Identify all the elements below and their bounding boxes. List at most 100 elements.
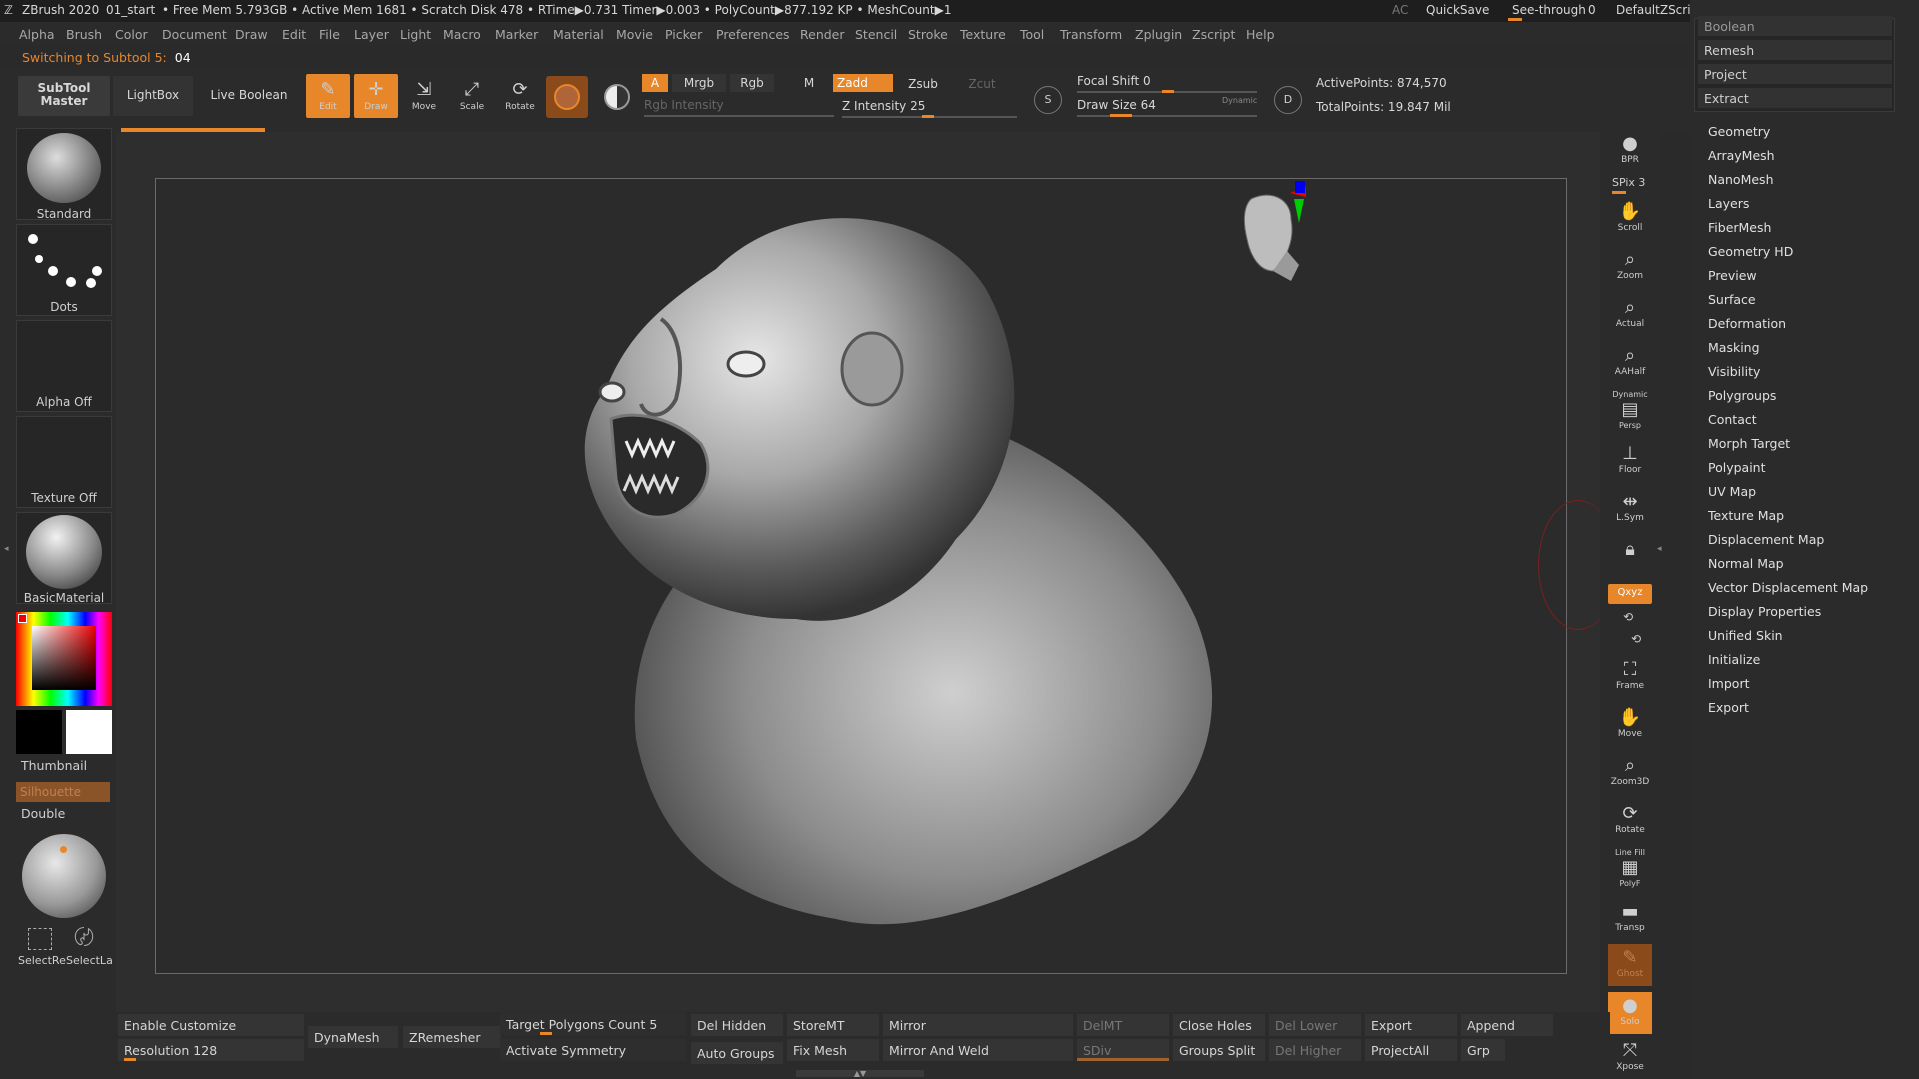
dynamic-toggle[interactable]: Dynamic [1222,96,1257,105]
light-sphere[interactable] [22,834,106,918]
rgb-button[interactable]: Rgb [730,74,774,92]
panel-normal-map[interactable]: Normal Map [1708,556,1784,571]
zoom-button[interactable]: ⌕ Zoom [1608,246,1652,288]
focal-s-icon[interactable]: S [1034,86,1062,114]
lightbox-button[interactable]: LightBox [113,76,193,116]
rotate-mode-button[interactable]: ⟳ Rotate [498,74,542,118]
panel-visibility[interactable]: Visibility [1708,364,1760,379]
fix-mesh-button[interactable]: Fix Mesh [787,1039,879,1061]
panel-export[interactable]: Export [1708,700,1749,715]
draw-mode-button[interactable]: ✛ Draw [354,74,398,118]
append-button[interactable]: Append [1461,1014,1553,1036]
zadd-button[interactable]: Zadd [833,74,893,92]
a-toggle[interactable]: A [642,74,668,92]
dropdown-remesh[interactable]: Remesh [1698,40,1892,60]
panel-texture-map[interactable]: Texture Map [1708,508,1784,523]
zremesher-button[interactable]: ZRemesher [403,1026,501,1048]
menu-transform[interactable]: Transform [1060,27,1122,42]
material-sphere-button[interactable] [546,76,588,118]
menu-layer[interactable]: Layer [354,27,389,42]
zoom3d-button[interactable]: ⌕ Zoom3D [1608,752,1652,794]
transp-button[interactable]: ▬ Transp [1608,898,1652,940]
quicksave-button[interactable]: QuickSave [1426,3,1489,17]
auto-groups-button[interactable]: Auto Groups [691,1042,783,1064]
gradient-sphere-button[interactable] [596,76,638,118]
menu-zscript[interactable]: Zscript [1192,27,1235,42]
move-mode-button[interactable]: ⇲ Move [402,74,446,118]
orientation-head-gizmo[interactable] [1243,194,1299,281]
dynamesh-button[interactable]: DynaMesh [308,1026,398,1048]
stroke-slot[interactable]: Dots [16,224,112,316]
resolution-slider[interactable]: Resolution 128 [118,1039,304,1061]
target-polygons-slider[interactable]: Target Polygons Count 5 [500,1013,686,1035]
xpose-button[interactable]: ⤧ Xpose [1608,1040,1652,1078]
zsub-button[interactable]: Zsub [898,77,948,91]
panel-display-properties[interactable]: Display Properties [1708,604,1821,619]
silhouette-button[interactable]: Silhouette [16,782,110,802]
select-lasso-icon[interactable]: 〄 [74,926,100,950]
bpr-button[interactable]: ● BPR [1608,130,1652,172]
projectall-button[interactable]: ProjectAll [1365,1039,1457,1061]
rotate-y-icon[interactable]: ⟲ [1623,610,1633,624]
dropdown-boolean[interactable]: Boolean [1698,16,1892,36]
move-view-button[interactable]: ✋ Move [1608,704,1652,746]
ghost-button[interactable]: ✎ Ghost [1608,944,1652,986]
panel-surface[interactable]: Surface [1708,292,1756,307]
panel-arraymesh[interactable]: ArrayMesh [1708,148,1775,163]
mirror-and-weld-button[interactable]: Mirror And Weld [883,1039,1073,1061]
panel-geometry-hd[interactable]: Geometry HD [1708,244,1793,259]
panel-morph-target[interactable]: Morph Target [1708,436,1790,451]
material-slot[interactable]: BasicMaterial [16,512,112,605]
bottom-collapse-handle[interactable]: ▲▼ [796,1070,924,1078]
polyf-button[interactable]: Line Fill ▦ PolyF [1608,848,1652,890]
zcut-button[interactable]: Zcut [962,77,1002,91]
solo-button[interactable]: ● Solo [1608,992,1652,1034]
texture-slot[interactable]: Texture Off [16,416,112,508]
menu-color[interactable]: Color [115,27,148,42]
sculpt-model[interactable] [156,179,1568,975]
menu-alpha[interactable]: Alpha [19,27,55,42]
thumbnail-label[interactable]: Thumbnail [21,758,87,773]
panel-uv-map[interactable]: UV Map [1708,484,1756,499]
del-lower-button[interactable]: Del Lower [1269,1014,1361,1036]
delmt-button[interactable]: DelMT [1077,1014,1169,1036]
grp-toggle[interactable]: Grp [1461,1039,1505,1061]
menu-movie[interactable]: Movie [616,27,653,42]
frame-button[interactable]: ⛶ Frame [1608,656,1652,698]
z-intensity-slider[interactable]: Z Intensity 25 [842,99,925,113]
panel-polypaint[interactable]: Polypaint [1708,460,1766,475]
panel-preview[interactable]: Preview [1708,268,1757,283]
seethrough-label[interactable]: See-through [1512,3,1586,17]
panel-deformation[interactable]: Deformation [1708,316,1786,331]
brush-slot[interactable]: Standard [16,128,112,221]
menu-help[interactable]: Help [1246,27,1275,42]
lock-button[interactable]: 🔒︎ [1608,536,1652,572]
scale-mode-button[interactable]: ⤢ Scale [450,74,494,118]
left-shelf-collapse-icon[interactable]: ◂ [4,544,9,558]
scroll-button[interactable]: ✋ Scroll [1608,198,1652,240]
rotate-z-icon[interactable]: ⟲ [1631,632,1641,646]
actual-button[interactable]: ⌕ Actual [1608,294,1652,336]
focal-d-icon[interactable]: D [1274,86,1302,114]
menu-preferences[interactable]: Preferences [716,27,790,42]
draw-size-slider[interactable]: Draw Size 64 [1077,98,1156,112]
panel-initialize[interactable]: Initialize [1708,652,1760,667]
persp-button[interactable]: Dynamic ▤ Persp [1608,390,1652,432]
menu-zplugin[interactable]: Zplugin [1135,27,1182,42]
panel-import[interactable]: Import [1708,676,1750,691]
menu-draw[interactable]: Draw [235,27,268,42]
enable-customize-button[interactable]: Enable Customize [118,1014,304,1036]
del-higher-button[interactable]: Del Higher [1269,1039,1361,1061]
panel-displacement-map[interactable]: Displacement Map [1708,532,1824,547]
panel-layers[interactable]: Layers [1708,196,1749,211]
viewport-canvas[interactable] [155,178,1567,974]
menu-brush[interactable]: Brush [66,27,102,42]
menu-texture[interactable]: Texture [960,27,1006,42]
panel-fibermesh[interactable]: FiberMesh [1708,220,1771,235]
close-holes-button[interactable]: Close Holes [1173,1014,1265,1036]
rgb-intensity-slider[interactable]: Rgb Intensity [644,98,844,112]
menu-macro[interactable]: Macro [443,27,481,42]
edit-mode-button[interactable]: ✎ Edit [306,74,350,118]
menu-tool[interactable]: Tool [1020,27,1044,42]
right-shelf-collapse-icon[interactable]: ◂ [1657,544,1662,558]
